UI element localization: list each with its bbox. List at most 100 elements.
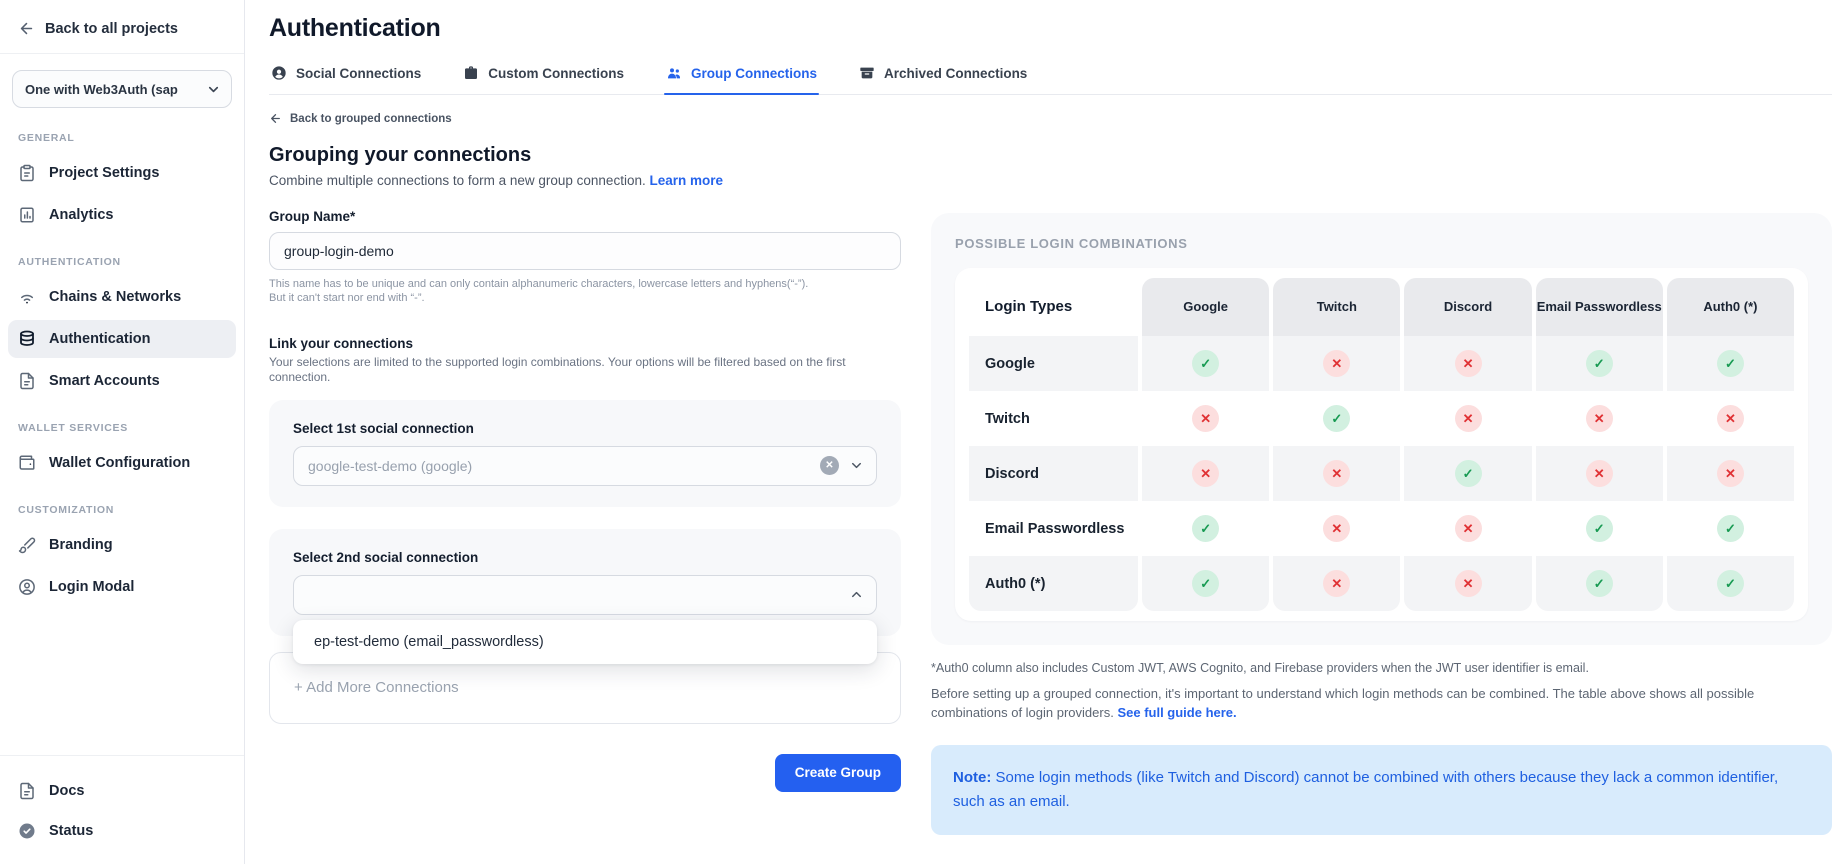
cross-icon: ✕ — [1192, 405, 1219, 432]
sidebar-item-login-modal[interactable]: Login Modal — [8, 568, 236, 606]
cross-icon: ✕ — [1455, 405, 1482, 432]
combination-cell: ✕ — [1404, 336, 1531, 391]
clear-selection-icon[interactable]: ✕ — [820, 456, 839, 475]
main-content: Authentication Social Connections Custom… — [245, 0, 1840, 864]
cross-icon: ✕ — [1586, 405, 1613, 432]
full-guide-link[interactable]: See full guide here. — [1117, 705, 1236, 720]
second-connection-label: Select 2nd social connection — [293, 550, 877, 565]
back-to-projects-link[interactable]: Back to all projects — [0, 0, 244, 54]
sidebar-item-wallet-configuration[interactable]: Wallet Configuration — [8, 444, 236, 482]
learn-more-link[interactable]: Learn more — [649, 173, 723, 188]
back-to-grouped-connections-link[interactable]: Back to grouped connections — [269, 112, 901, 125]
sidebar-item-project-settings[interactable]: Project Settings — [8, 154, 236, 192]
sidebar: Back to all projects One with Web3Auth (… — [0, 0, 245, 864]
combination-cell: ✓ — [1142, 336, 1269, 391]
check-icon: ✓ — [1717, 570, 1744, 597]
combination-cell: ✓ — [1536, 556, 1663, 611]
sidebar-section-general: GENERAL — [18, 132, 226, 144]
combination-cell: ✓ — [1667, 501, 1794, 556]
file-icon — [18, 782, 36, 800]
tab-social-connections[interactable]: Social Connections — [269, 65, 423, 94]
sidebar-section-customization: CUSTOMIZATION — [18, 504, 226, 516]
combination-cell: ✕ — [1667, 446, 1794, 501]
combination-row: Auth0 (*)✓✕✕✓✓ — [969, 556, 1794, 611]
status-check-icon — [18, 822, 36, 840]
sidebar-item-label: Chains & Networks — [49, 289, 181, 305]
archive-icon — [859, 65, 875, 81]
cross-icon: ✕ — [1323, 350, 1350, 377]
note-box: Note: Some login methods (like Twitch an… — [931, 745, 1832, 835]
sidebar-item-authentication[interactable]: Authentication — [8, 320, 236, 358]
user-circle-icon — [18, 578, 36, 596]
wifi-icon — [18, 288, 36, 306]
combination-cell: ✕ — [1667, 391, 1794, 446]
tab-archived-connections[interactable]: Archived Connections — [857, 65, 1029, 94]
combinations-section: POSSIBLE LOGIN COMBINATIONS Login Types … — [931, 95, 1832, 835]
sidebar-item-docs[interactable]: Docs — [8, 772, 236, 810]
chevron-down-icon — [206, 82, 221, 97]
project-selector[interactable]: One with Web3Auth (sap — [12, 70, 232, 108]
sidebar-section-wallet-services: WALLET SERVICES — [18, 422, 226, 434]
group-name-help: This name has to be unique and can only … — [269, 277, 901, 306]
combinations-title: POSSIBLE LOGIN COMBINATIONS — [955, 236, 1808, 251]
combination-cell: ✕ — [1273, 446, 1400, 501]
cross-icon: ✕ — [1455, 570, 1482, 597]
combination-cell: ✕ — [1536, 446, 1663, 501]
combination-cell: ✓ — [1404, 446, 1531, 501]
check-icon: ✓ — [1323, 405, 1350, 432]
combination-cell: ✕ — [1273, 501, 1400, 556]
sidebar-item-status[interactable]: Status — [8, 812, 236, 850]
sidebar-item-chains-networks[interactable]: Chains & Networks — [8, 278, 236, 316]
analytics-icon — [18, 206, 36, 224]
dropdown-option[interactable]: ep-test-demo (email_passwordless) — [293, 620, 877, 664]
sidebar-item-branding[interactable]: Branding — [8, 526, 236, 564]
first-connection-select[interactable]: google-test-demo (google) ✕ — [293, 446, 877, 486]
check-icon: ✓ — [1586, 350, 1613, 377]
group-icon — [666, 65, 682, 81]
combination-cell: ✓ — [1536, 336, 1663, 391]
column-header-auth0: Auth0 (*) — [1667, 278, 1794, 336]
arrow-left-icon — [18, 20, 35, 37]
form-title: Grouping your connections — [269, 144, 901, 167]
briefcase-icon — [463, 65, 479, 81]
cross-icon: ✕ — [1192, 460, 1219, 487]
back-link-label: Back to grouped connections — [290, 113, 452, 125]
sidebar-item-analytics[interactable]: Analytics — [8, 196, 236, 234]
column-header-google: Google — [1142, 278, 1269, 336]
tab-label: Social Connections — [296, 66, 421, 81]
group-name-input[interactable] — [269, 232, 901, 270]
column-header-email-passwordless: Email Passwordless — [1536, 278, 1663, 336]
sidebar-footer: Docs Status — [0, 755, 244, 864]
sidebar-item-label: Docs — [49, 783, 84, 799]
sidebar-item-label: Smart Accounts — [49, 373, 160, 389]
combination-cell: ✕ — [1404, 501, 1531, 556]
tab-group-connections[interactable]: Group Connections — [664, 65, 819, 94]
arrow-left-icon — [269, 112, 282, 125]
combination-row: Twitch ✕ ✓ ✕ ✕ ✕ — [969, 391, 1794, 446]
combination-cell: ✓ — [1667, 336, 1794, 391]
second-connection-select[interactable] — [293, 575, 877, 615]
cross-icon: ✕ — [1717, 405, 1744, 432]
combinations-table-card: Login Types Google Twitch Discord Email … — [955, 268, 1808, 621]
first-connection-label: Select 1st social connection — [293, 421, 877, 436]
app-root: Back to all projects One with Web3Auth (… — [0, 0, 1840, 864]
chevron-down-icon — [849, 458, 864, 473]
sidebar-item-smart-accounts[interactable]: Smart Accounts — [8, 362, 236, 400]
content-columns: Back to grouped connections Grouping you… — [269, 95, 1832, 835]
sidebar-section-authentication: AUTHENTICATION — [18, 256, 226, 268]
create-group-button[interactable]: Create Group — [775, 754, 901, 792]
group-form: Back to grouped connections Grouping you… — [269, 95, 901, 835]
corner-header: Login Types — [969, 278, 1138, 336]
combination-cell: ✓ — [1273, 391, 1400, 446]
clipboard-icon — [18, 164, 36, 182]
sidebar-item-label: Authentication — [49, 331, 151, 347]
note-label: Note: — [953, 769, 991, 786]
combination-cell: ✕ — [1142, 446, 1269, 501]
row-label: Twitch — [969, 391, 1138, 446]
tab-custom-connections[interactable]: Custom Connections — [461, 65, 626, 94]
cross-icon: ✕ — [1586, 460, 1613, 487]
cross-icon: ✕ — [1455, 515, 1482, 542]
combination-row: Email Passwordless✓✕✕✓✓ — [969, 501, 1794, 556]
combinations-table: Login Types Google Twitch Discord Email … — [965, 278, 1798, 611]
second-connection-wrap: Select 2nd social connection ep-test-dem… — [269, 529, 901, 636]
